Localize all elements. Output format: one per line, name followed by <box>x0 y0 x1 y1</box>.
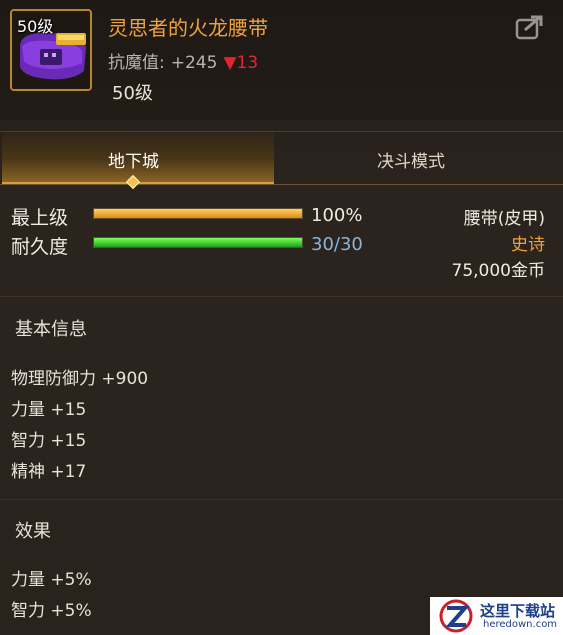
effects-title: 效果 <box>15 521 51 542</box>
upgrade-value: 100% <box>311 205 363 226</box>
item-header: 50级 灵思者的火龙腰带 抗魔值: +245 ▼13 50级 <box>0 0 563 120</box>
basic-info-title: 基本信息 <box>15 319 87 340</box>
durability-bar-fill <box>94 238 302 247</box>
tab-underline <box>0 184 563 185</box>
divider-basic <box>0 296 563 297</box>
upgrade-bar-fill <box>94 209 302 218</box>
basic-attr-intelligence: 智力 +15 <box>11 431 87 451</box>
divider-effects <box>0 499 563 500</box>
item-icon-frame[interactable]: 50级 <box>10 9 92 91</box>
durability-value: 30/30 <box>311 234 363 255</box>
effect-attr-strength: 力量 +5% <box>11 570 92 590</box>
magic-resist-line: 抗魔值: +245 ▼13 <box>108 48 258 73</box>
durability-bar <box>93 237 303 248</box>
site-logo-icon <box>439 599 473 633</box>
tab-duel-label[interactable]: 决斗模式 <box>377 147 445 172</box>
durability-label: 耐久度 <box>11 236 69 258</box>
magic-resist-diff: ▼13 <box>223 53 259 73</box>
share-icon[interactable] <box>515 14 545 40</box>
magic-resist-value: +245 <box>170 53 218 73</box>
item-type: 腰带(皮甲) <box>463 209 545 229</box>
item-name: 灵思者的火龙腰带 <box>108 16 268 40</box>
upgrade-bar <box>93 208 303 219</box>
effect-attr-intelligence: 智力 +5% <box>11 601 92 621</box>
required-level: 50级 <box>112 83 153 104</box>
item-level-badge: 50级 <box>17 17 54 36</box>
basic-attr-strength: 力量 +15 <box>11 400 87 420</box>
watermark-title: 这里下载站 <box>480 602 556 620</box>
magic-resist-label: 抗魔值: <box>108 53 165 73</box>
tab-dungeon-label[interactable]: 地下城 <box>108 147 159 172</box>
mode-tabs: 地下城 决斗模式 <box>0 131 563 186</box>
item-price: 75,000金币 <box>451 261 545 281</box>
basic-attr-defense: 物理防御力 +900 <box>11 369 149 389</box>
basic-attr-spirit: 精神 +17 <box>11 462 87 482</box>
watermark-url: heredown.com <box>483 619 558 630</box>
item-tooltip-panel: 50级 灵思者的火龙腰带 抗魔值: +245 ▼13 50级 地下城 决斗模式 最上… <box>0 0 563 635</box>
item-rarity: 史诗 <box>511 235 545 255</box>
upgrade-label: 最上级 <box>11 207 69 229</box>
watermark: 这里下载站 heredown.com <box>430 597 563 635</box>
